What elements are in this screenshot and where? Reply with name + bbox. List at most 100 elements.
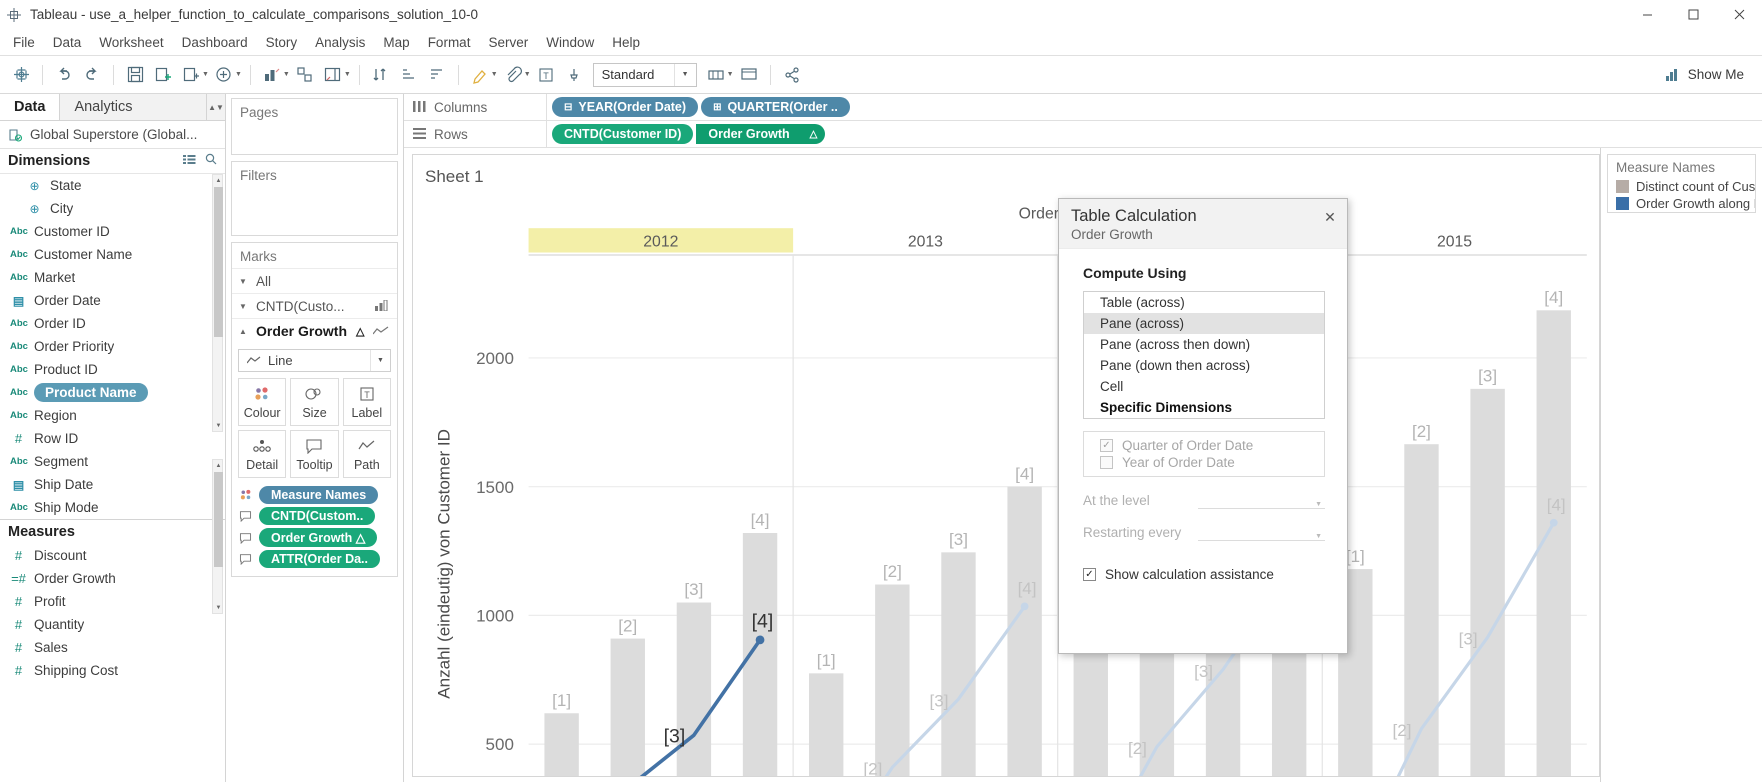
dimension-market[interactable]: Abc Market bbox=[0, 266, 225, 289]
scroll-down-icon[interactable]: ▼ bbox=[213, 420, 224, 431]
maximize-button[interactable] bbox=[1670, 0, 1716, 30]
cards-caret-icon[interactable]: ▼ bbox=[344, 71, 351, 78]
marks-row-all[interactable]: ▼ All bbox=[232, 268, 397, 293]
dimension-order-id[interactable]: Abc Order ID bbox=[0, 312, 225, 335]
measure-discount[interactable]: # Discount bbox=[0, 544, 225, 567]
menu-file[interactable]: File bbox=[4, 33, 44, 52]
sort-ascending-button[interactable] bbox=[396, 62, 422, 88]
chevron-down-icon[interactable]: ▼ bbox=[239, 277, 249, 286]
redo-button[interactable] bbox=[79, 62, 105, 88]
mark-pill[interactable]: Order Growth △ bbox=[259, 528, 378, 547]
year-header-label[interactable]: 2013 bbox=[908, 233, 943, 250]
path-property-button[interactable]: Path bbox=[342, 430, 391, 478]
line-mark[interactable] bbox=[1355, 521, 1556, 777]
columns-shelf[interactable]: Columns ⊟ YEAR(Order Date) ⊞ QUARTER(Ord… bbox=[404, 94, 1762, 121]
pill-order-growth[interactable]: Order Growth △ bbox=[696, 124, 826, 144]
pill-year-order-date[interactable]: ⊟ YEAR(Order Date) bbox=[552, 97, 699, 117]
bar-mark[interactable] bbox=[676, 602, 712, 777]
dimension-ship-mode[interactable]: Abc Ship Mode bbox=[0, 496, 225, 519]
swap-rows-columns-button[interactable] bbox=[259, 62, 285, 88]
measure-sales[interactable]: # Sales bbox=[0, 636, 225, 659]
mark-type-dropdown[interactable]: Line ▼ bbox=[238, 349, 391, 372]
duplicate-sheet-button[interactable] bbox=[178, 62, 204, 88]
dimension-segment[interactable]: Abc Segment bbox=[0, 450, 225, 473]
menu-dashboard[interactable]: Dashboard bbox=[173, 33, 257, 52]
menu-story[interactable]: Story bbox=[257, 33, 307, 52]
marks-row-order-growth[interactable]: ▲ Order Growth △ bbox=[232, 318, 397, 343]
menu-server[interactable]: Server bbox=[479, 33, 537, 52]
colour-icon[interactable] bbox=[238, 488, 253, 502]
expand-icon[interactable]: ⊞ bbox=[713, 102, 721, 113]
tooltip-icon[interactable] bbox=[238, 532, 253, 544]
dimension-customer-name[interactable]: Abc Customer Name bbox=[0, 243, 225, 266]
pages-card[interactable]: Pages bbox=[231, 98, 398, 155]
bar-mark[interactable] bbox=[941, 552, 976, 777]
attach-button[interactable] bbox=[500, 62, 526, 88]
tooltip-icon[interactable] bbox=[238, 553, 253, 565]
highlight-button[interactable] bbox=[467, 62, 493, 88]
fit-axis-caret-icon[interactable]: ▼ bbox=[727, 71, 734, 78]
dimensions-scrollbar[interactable]: ▲ ▼ bbox=[212, 174, 223, 432]
tableau-home-icon[interactable] bbox=[8, 62, 34, 88]
measure-shipping-cost[interactable]: # Shipping Cost bbox=[0, 659, 225, 682]
at-the-level-field[interactable]: At the level ▼ bbox=[1083, 491, 1325, 509]
tab-data[interactable]: Data bbox=[0, 94, 61, 120]
legend-item[interactable]: Order Growth along P. bbox=[1608, 195, 1755, 212]
menu-worksheet[interactable]: Worksheet bbox=[90, 33, 172, 52]
chevron-down-icon[interactable]: ▼ bbox=[239, 302, 249, 311]
text-mark-button[interactable]: T bbox=[533, 62, 559, 88]
mark-pill[interactable]: ATTR(Order Da.. bbox=[259, 550, 380, 568]
tab-analytics[interactable]: Analytics bbox=[60, 94, 207, 120]
tooltip-icon[interactable] bbox=[238, 510, 253, 522]
menu-window[interactable]: Window bbox=[537, 33, 603, 52]
dimension-state[interactable]: ⊕ State bbox=[0, 174, 225, 197]
specific-dimension-row[interactable]: Year of Order Date bbox=[1100, 454, 1314, 471]
restarting-every-field[interactable]: Restarting every ▼ bbox=[1083, 523, 1325, 541]
menu-data[interactable]: Data bbox=[44, 33, 91, 52]
duplicate-sheet-caret-icon[interactable]: ▼ bbox=[202, 71, 209, 78]
year-header-label[interactable]: 2012 bbox=[643, 233, 678, 250]
compute-using-option[interactable]: Specific Dimensions bbox=[1084, 397, 1324, 418]
measures-scroll-thumb[interactable] bbox=[214, 472, 223, 567]
search-icon[interactable] bbox=[205, 153, 217, 169]
visualization-canvas[interactable]: Sheet 1 Order Date2012201320142015050010… bbox=[412, 154, 1600, 777]
presentation-mode-button[interactable] bbox=[736, 62, 762, 88]
close-icon[interactable]: ✕ bbox=[1322, 209, 1338, 225]
menu-help[interactable]: Help bbox=[603, 33, 649, 52]
minimize-button[interactable] bbox=[1624, 0, 1670, 30]
measures-scroll-up-icon[interactable]: ▲ bbox=[213, 460, 224, 471]
pane-resize-icon[interactable]: ▲▼ bbox=[207, 94, 225, 120]
measures-scrollbar[interactable]: ▲ ▼ bbox=[212, 459, 223, 614]
label-property-button[interactable]: T Label bbox=[342, 378, 391, 426]
show-calculation-assistance-checkbox[interactable]: ✓ bbox=[1083, 568, 1096, 581]
compute-using-list[interactable]: Table (across) Pane (across) Pane (across … bbox=[1083, 291, 1325, 419]
swap-caret-icon[interactable]: ▼ bbox=[283, 71, 290, 78]
compute-using-option[interactable]: Table (across) bbox=[1084, 292, 1324, 313]
show-calculation-assistance-row[interactable]: ✓ Show calculation assistance bbox=[1083, 567, 1325, 582]
dimension-order-date[interactable]: ▤ Order Date bbox=[0, 289, 225, 312]
pill-cntd-customer-id[interactable]: CNTD(Customer ID) bbox=[552, 124, 694, 144]
clear-sheet-caret-icon[interactable]: ▼ bbox=[235, 71, 242, 78]
detail-property-button[interactable]: Detail bbox=[238, 430, 287, 478]
chevron-up-icon[interactable]: ▲ bbox=[239, 327, 249, 336]
dimension-product-id[interactable]: Abc Product ID bbox=[0, 358, 225, 381]
pin-button[interactable] bbox=[561, 62, 587, 88]
show-hide-cards-button[interactable] bbox=[320, 62, 346, 88]
highlight-caret-icon[interactable]: ▼ bbox=[491, 71, 498, 78]
sort-descending-button[interactable] bbox=[424, 62, 450, 88]
compute-using-option[interactable]: Pane (across then down) bbox=[1084, 334, 1324, 355]
fit-dropdown[interactable]: Standard ▼ bbox=[592, 62, 697, 87]
new-worksheet-button[interactable] bbox=[150, 62, 176, 88]
mark-pill[interactable]: CNTD(Custom.. bbox=[259, 507, 376, 525]
bar-mark[interactable] bbox=[808, 673, 844, 777]
dimension-region[interactable]: Abc Region bbox=[0, 404, 225, 427]
tooltip-property-button[interactable]: Tooltip bbox=[290, 430, 339, 478]
dimension-ship-date[interactable]: ▤ Ship Date bbox=[0, 473, 225, 496]
size-property-button[interactable]: Size bbox=[290, 378, 339, 426]
dimension-product-name[interactable]: Abc Product Name bbox=[0, 381, 225, 404]
restarting-every-dropdown[interactable]: ▼ bbox=[1198, 523, 1325, 541]
chart-svg[interactable]: Order Date201220132014201505001000150020… bbox=[413, 199, 1599, 777]
bar-mark[interactable] bbox=[1007, 486, 1042, 777]
mark-pill[interactable]: Measure Names bbox=[259, 486, 379, 504]
measure-order-growth[interactable]: =# Order Growth bbox=[0, 567, 225, 590]
